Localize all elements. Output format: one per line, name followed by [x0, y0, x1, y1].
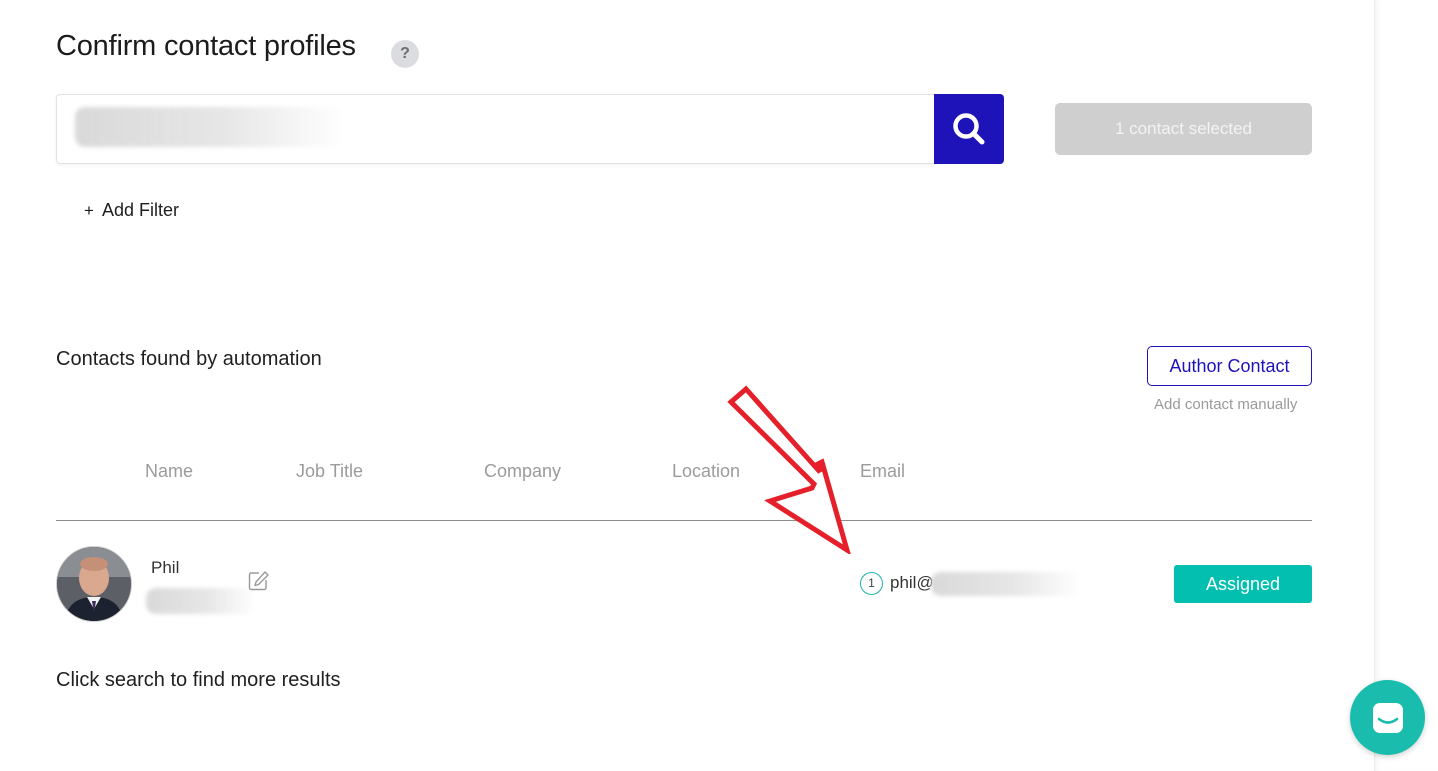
page: Confirm contact profiles ? 1 contact sel… [0, 0, 1438, 771]
add-filter-button[interactable]: + Add Filter [84, 200, 179, 221]
contact-email: phil@ [890, 573, 934, 592]
email-count-badge[interactable]: 1 [860, 572, 883, 595]
red-arrow-annotation [727, 385, 851, 554]
avatar-photo [57, 547, 131, 621]
author-contact-button[interactable]: Author Contact [1147, 346, 1312, 386]
edit-icon[interactable] [247, 570, 269, 592]
contact-first-name: Phil [151, 558, 180, 577]
column-header-email[interactable]: Email [860, 461, 905, 482]
add-filter-label: Add Filter [101, 200, 179, 220]
chat-icon [1372, 702, 1403, 733]
search-icon [953, 113, 985, 145]
table-divider [56, 520, 1312, 521]
author-contact-hint: Add contact manually [1154, 396, 1298, 413]
assigned-status-button[interactable]: Assigned [1174, 565, 1312, 603]
contacts-selected-button[interactable]: 1 contact selected [1055, 103, 1312, 155]
plus-icon: + [84, 201, 94, 220]
column-header-job-title[interactable]: Job Title [296, 461, 363, 482]
redacted-last-name [146, 588, 256, 614]
question-icon[interactable]: ? [391, 40, 419, 68]
column-header-name[interactable]: Name [145, 461, 193, 482]
more-results-hint: Click search to find more results [56, 669, 341, 691]
chat-launcher-button[interactable] [1350, 680, 1425, 755]
right-gutter [1374, 0, 1438, 771]
redacted-email-domain [931, 572, 1081, 596]
search-box [56, 94, 935, 164]
avatar [56, 546, 132, 622]
search-button[interactable] [934, 94, 1004, 164]
section-heading: Contacts found by automation [56, 348, 322, 370]
column-header-company[interactable]: Company [484, 461, 561, 482]
page-title: Confirm contact profiles [56, 30, 356, 62]
redacted-search-value [75, 107, 345, 147]
